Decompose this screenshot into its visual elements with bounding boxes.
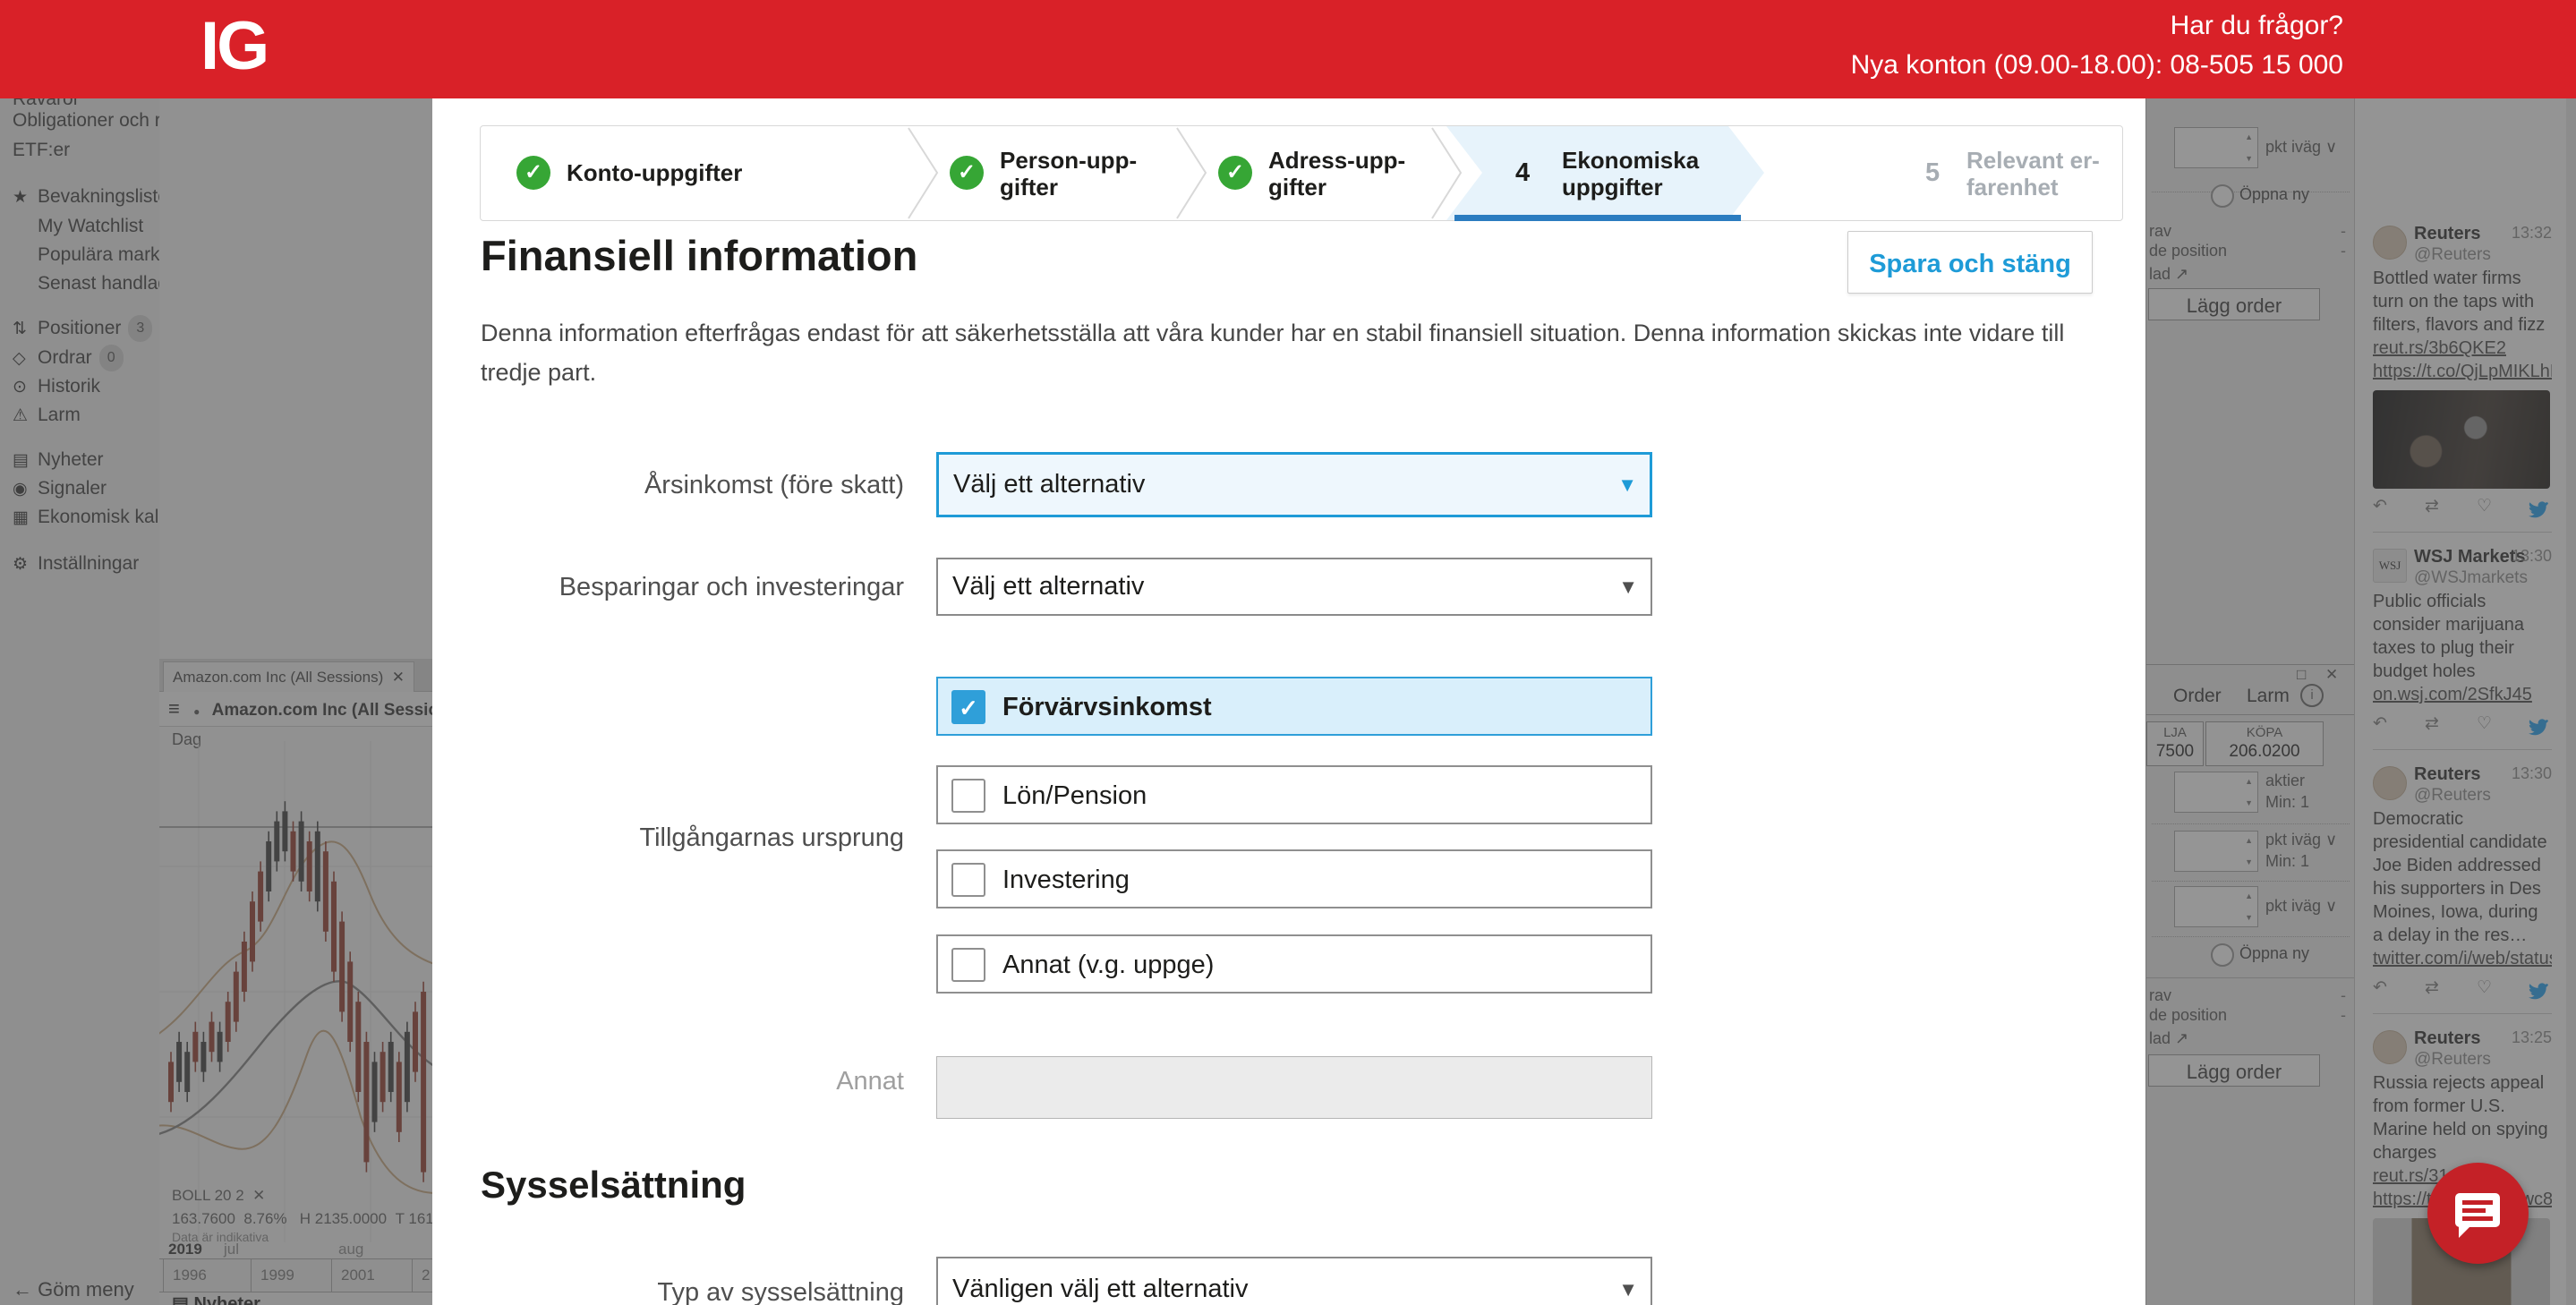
employment-type-label: Typ av sysselsättning	[486, 1278, 904, 1305]
step-5-relevant[interactable]: Relevant er-farenhet	[1966, 147, 2100, 200]
chevron-down-icon: ▼	[1618, 576, 1638, 599]
checkbox-checked-icon[interactable]: ✓	[951, 690, 985, 724]
save-and-close-button[interactable]: Spara och stäng	[1847, 231, 2093, 294]
step-2-person[interactable]: Person-upp-gifter	[1000, 147, 1137, 200]
active-step-underline	[1454, 215, 1741, 221]
income-label: Årsinkomst (före skatt)	[486, 471, 904, 500]
step-5-number: 5	[1925, 126, 1940, 220]
step-1-konto[interactable]: Konto-uppgifter	[567, 126, 742, 220]
checkbox-icon[interactable]	[951, 779, 985, 813]
step-4-number: 4	[1515, 126, 1530, 220]
header-question: Har du frågor?	[2171, 11, 2343, 41]
employment-type-select[interactable]: Vänligen välj ett alternativ ▼	[936, 1257, 1652, 1305]
savings-label: Besparingar och investeringar	[486, 573, 904, 602]
checkbox-icon[interactable]	[951, 863, 985, 897]
other-label: Annat	[486, 1067, 904, 1096]
chevron-down-icon: ▼	[1617, 473, 1637, 497]
other-input	[936, 1056, 1652, 1119]
app-header: IG Har du frågor? Nya konton (09.00-18.0…	[0, 0, 2576, 98]
step-done-icon: ✓	[950, 156, 984, 190]
step-3-adress[interactable]: Adress-upp-gifter	[1268, 147, 1405, 200]
chevron-down-icon: ▼	[1618, 1278, 1638, 1301]
step-4-ekonomiska[interactable]: Ekonomiskauppgifter	[1562, 147, 1699, 200]
origin-option-lon-pension[interactable]: Lön/Pension	[936, 765, 1652, 824]
wizard-stepper: ✓ Konto-uppgifter ✓ Person-upp-gifter ✓ …	[480, 125, 2123, 221]
chat-bubble-icon	[2455, 1193, 2500, 1227]
header-phone: Nya konton (09.00-18.00): 08-505 15 000	[1851, 50, 2343, 81]
checkbox-icon[interactable]	[951, 948, 985, 982]
ig-logo: IG	[200, 7, 267, 85]
savings-select[interactable]: Välj ett alternativ ▼	[936, 558, 1652, 616]
origin-option-forvarvsinkomst[interactable]: ✓ Förvärvsinkomst	[936, 677, 1652, 736]
page-title: Finansiell information	[481, 231, 917, 280]
chat-button[interactable]	[2427, 1163, 2529, 1264]
origin-option-annat[interactable]: Annat (v.g. uppge)	[936, 934, 1652, 994]
assets-origin-label: Tillgångarnas ursprung	[486, 823, 904, 853]
step-done-icon: ✓	[516, 156, 550, 190]
account-wizard-modal: ✓ Konto-uppgifter ✓ Person-upp-gifter ✓ …	[432, 98, 2145, 1305]
employment-heading: Sysselsättning	[481, 1164, 746, 1207]
ig-trading-app: Råvaror Obligationer och räntor ETF:er ★…	[0, 0, 2576, 1305]
step-done-icon: ✓	[1218, 156, 1252, 190]
page-description: Denna information efterfrågas endast för…	[481, 313, 2065, 392]
income-select[interactable]: Välj ett alternativ ▼	[936, 452, 1652, 517]
origin-option-investering[interactable]: Investering	[936, 849, 1652, 908]
